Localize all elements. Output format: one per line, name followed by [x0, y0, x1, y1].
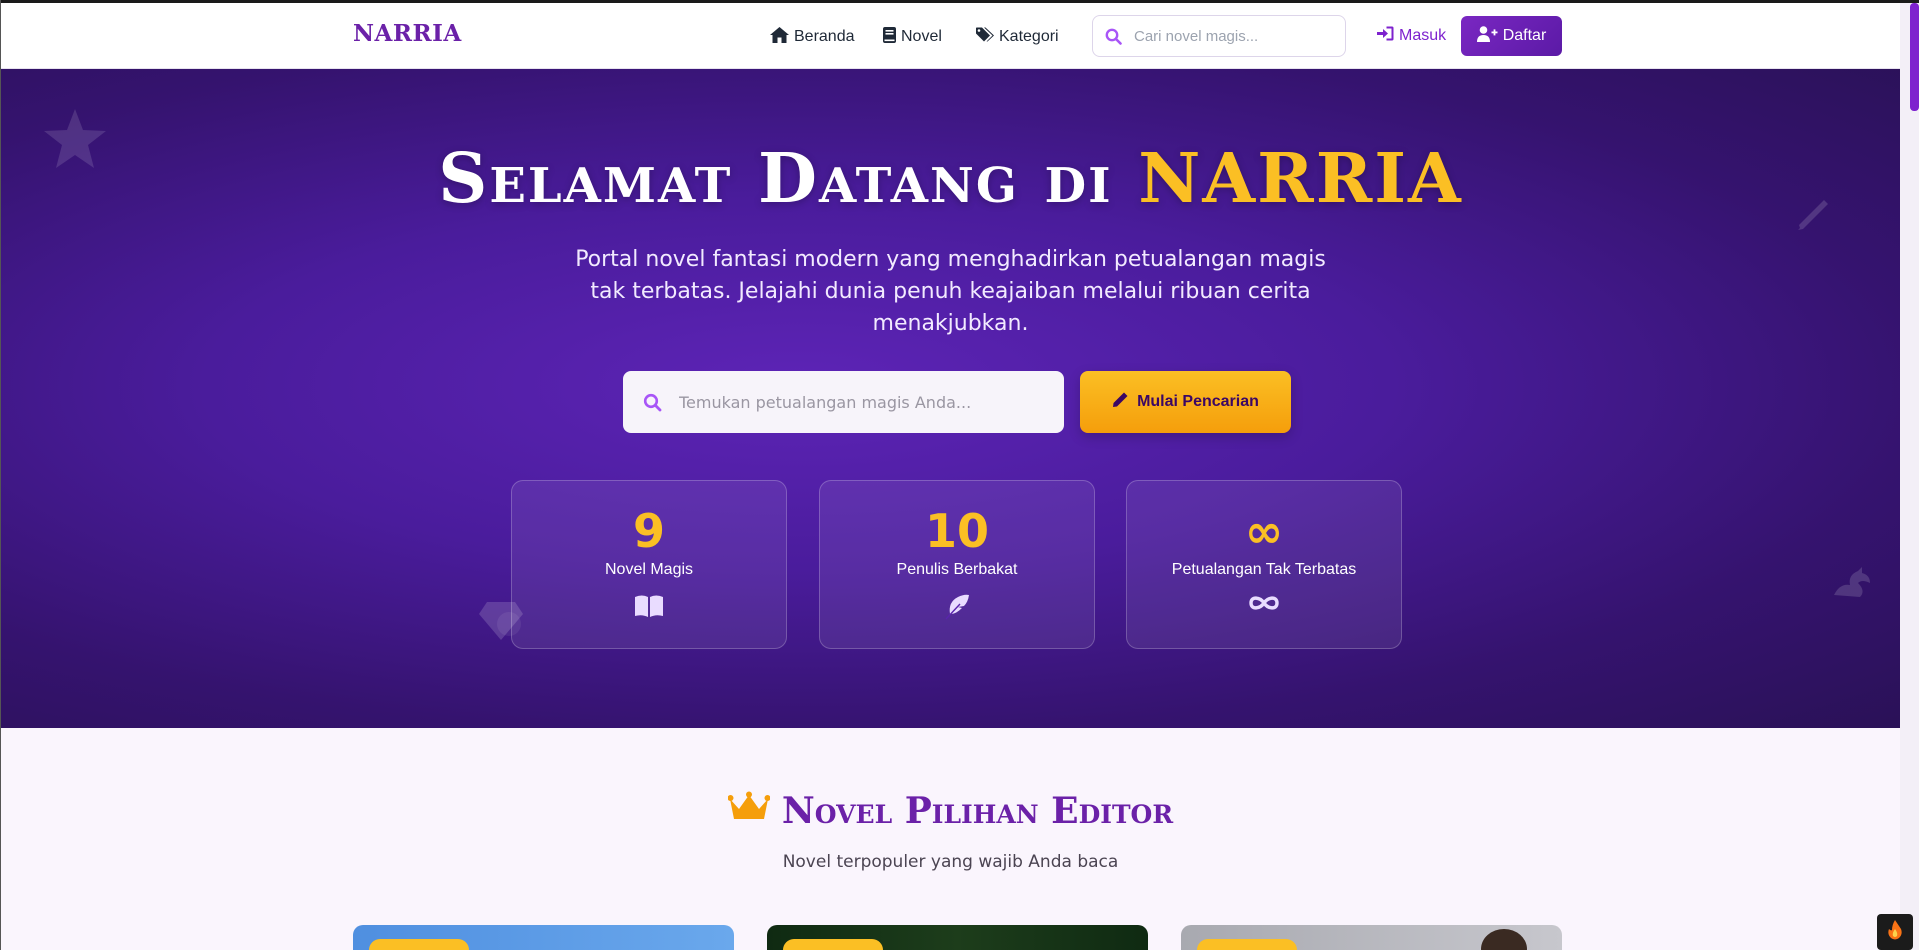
novel-card-badge: [783, 939, 883, 950]
novel-card-badge: [1197, 939, 1297, 950]
nav-link-novel[interactable]: Novel: [883, 26, 942, 48]
nav-search-input[interactable]: [1134, 27, 1334, 45]
nav-link-kategori-label: Kategori: [999, 28, 1059, 45]
fire-widget-button[interactable]: [1877, 914, 1913, 950]
book-icon: [883, 26, 901, 48]
user-plus-icon: [1476, 25, 1503, 47]
home-icon: [770, 26, 794, 48]
editor-picks-section: Novel Pilihan Editor Novel terpopuler ya…: [1, 728, 1900, 950]
dragon-icon: [1832, 565, 1872, 603]
page-scrollbar-track[interactable]: [1900, 3, 1919, 950]
hero-search-box: [623, 371, 1064, 433]
register-button[interactable]: Daftar: [1461, 16, 1562, 56]
crown-icon: [727, 790, 782, 832]
brand-logo[interactable]: NARRIA: [353, 20, 462, 47]
stat-value: ∞: [1244, 504, 1284, 558]
section-subtitle: Novel terpopuler yang wajib Anda baca: [782, 852, 1119, 872]
search-icon: [643, 393, 662, 416]
start-search-button[interactable]: Mulai Pencarian: [1080, 371, 1291, 433]
novel-card-badge: [369, 939, 469, 950]
novel-card[interactable]: [353, 925, 734, 950]
nav-link-novel-label: Novel: [901, 28, 942, 45]
nav-link-kategori[interactable]: Kategori: [976, 26, 1059, 48]
window-top-border: [0, 0, 1919, 3]
nav-search-box: [1092, 15, 1346, 57]
navbar: NARRIA Beranda Novel Kategori Masuk: [1, 3, 1900, 69]
feather-icon: [820, 594, 1094, 620]
section-title-text: Novel Pilihan Editor: [781, 790, 1174, 832]
stat-label: Penulis Berbakat: [896, 561, 1018, 578]
stat-card-novels: 9 Novel Magis: [511, 480, 787, 649]
start-search-label: Mulai Pencarian: [1137, 393, 1259, 410]
stat-label: Petualangan Tak Terbatas: [1171, 561, 1357, 578]
book-open-icon: [512, 594, 786, 618]
hero-search-input[interactable]: [679, 392, 1049, 412]
novel-card[interactable]: [767, 925, 1148, 950]
hero-title: Selamat Datang di NARRIA: [1, 139, 1900, 219]
stat-label: Novel Magis: [604, 561, 694, 578]
hero-section: Selamat Datang di NARRIA Portal novel fa…: [1, 69, 1900, 728]
login-label: Masuk: [1399, 27, 1447, 44]
hero-title-accent: NARRIA: [1138, 139, 1463, 219]
sign-in-icon: [1377, 26, 1399, 46]
register-label: Daftar: [1502, 27, 1547, 44]
pencil-icon: [1112, 391, 1137, 413]
window-left-border: [0, 0, 1, 950]
stat-card-authors: 10 Penulis Berbakat: [819, 480, 1095, 649]
infinity-icon: [1127, 594, 1401, 612]
hero-title-prefix: Selamat Datang di: [438, 139, 1139, 219]
fire-icon: [1887, 920, 1903, 944]
stat-value: 9: [632, 504, 665, 558]
tags-icon: [976, 27, 999, 47]
hero-subtitle: Portal novel fantasi modern yang menghad…: [575, 247, 1326, 336]
novel-card[interactable]: [1181, 925, 1562, 950]
page-scrollbar-thumb[interactable]: [1910, 3, 1919, 111]
login-link[interactable]: Masuk: [1377, 26, 1446, 46]
search-icon: [1105, 28, 1122, 49]
stat-value: 10: [924, 504, 989, 558]
nav-link-beranda[interactable]: Beranda: [770, 26, 855, 48]
novel-cover-illustration: [1481, 929, 1527, 950]
stat-card-adventures: ∞ Petualangan Tak Terbatas: [1126, 480, 1402, 649]
section-title: Novel Pilihan Editor: [1, 790, 1900, 832]
nav-link-beranda-label: Beranda: [794, 28, 855, 45]
